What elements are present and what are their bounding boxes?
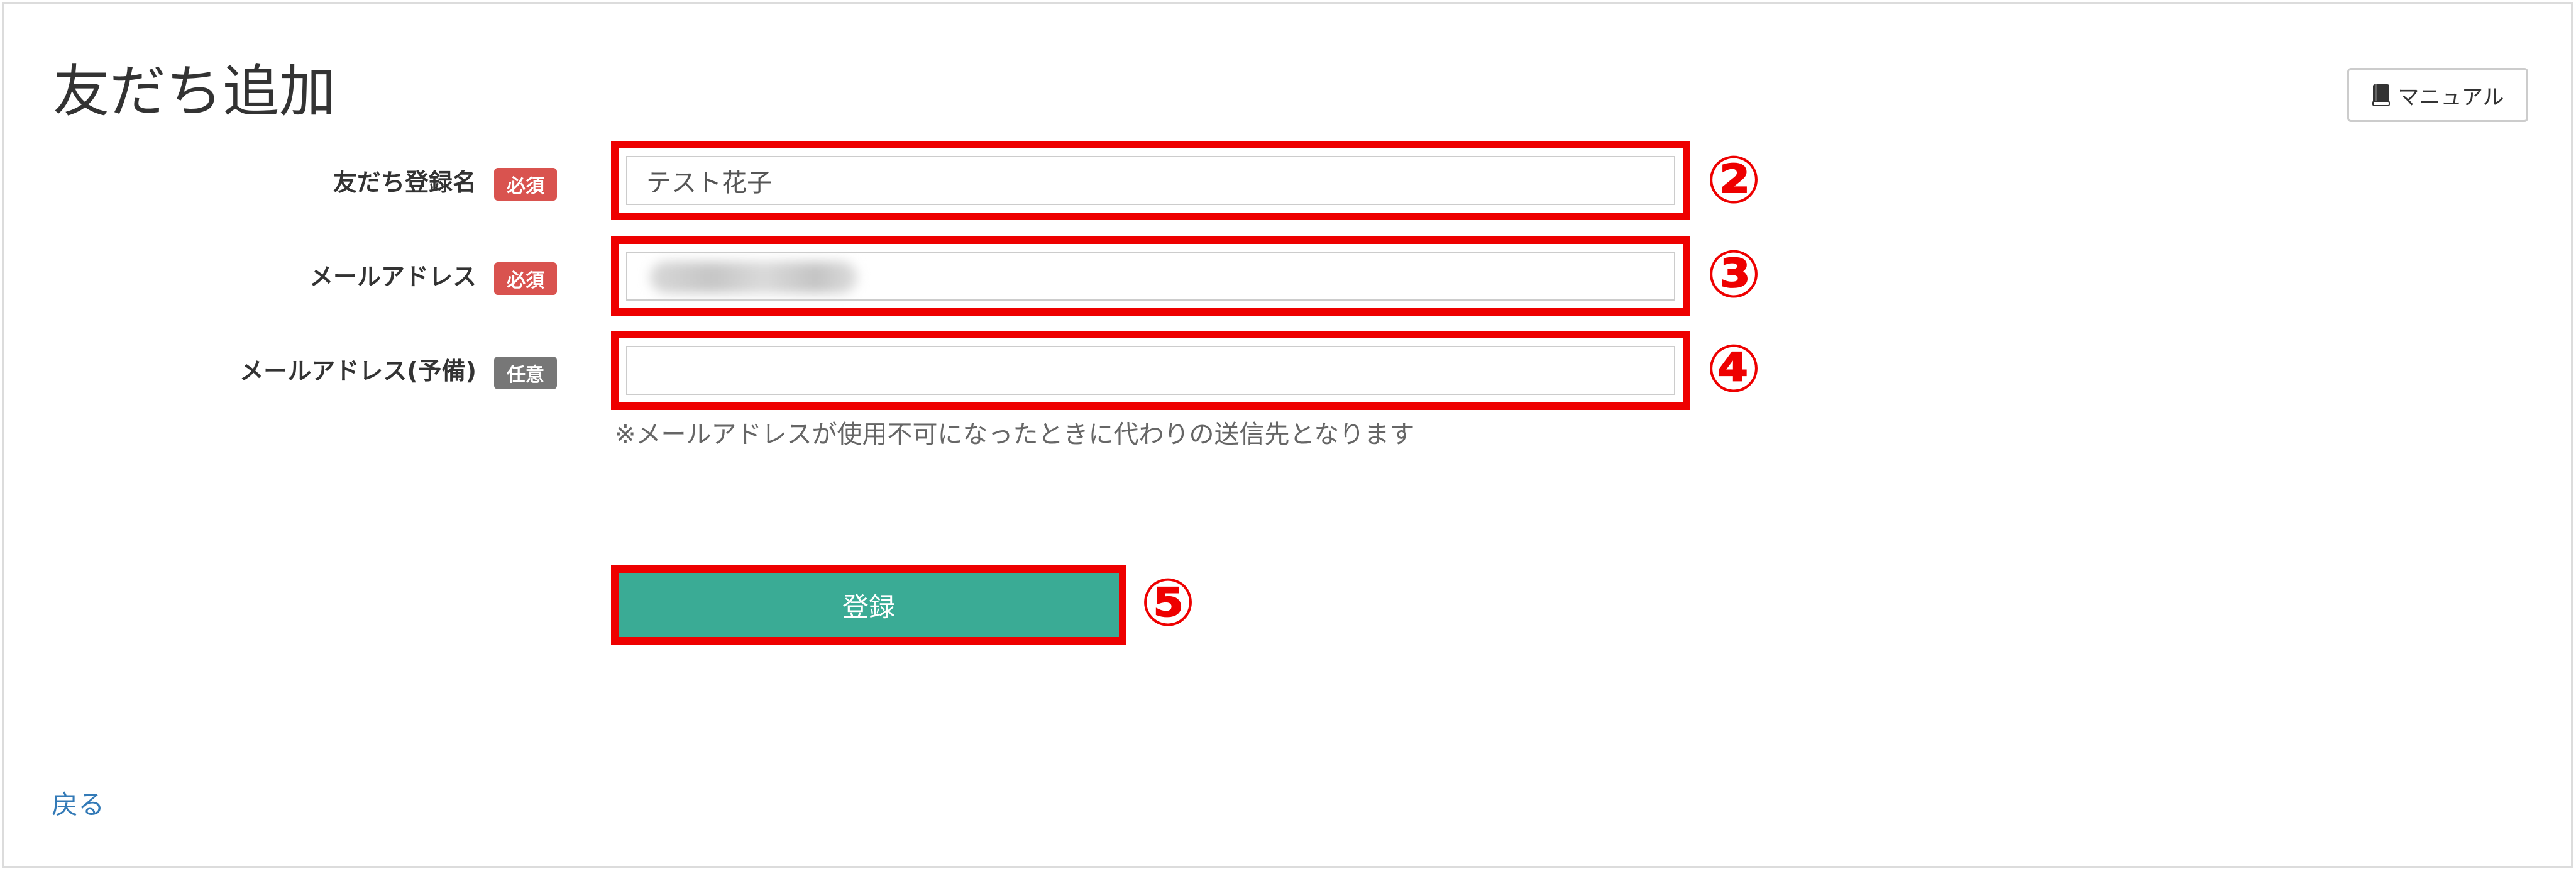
page-title: 友だち追加 [53, 58, 336, 125]
required-badge: 必須 [494, 262, 557, 295]
backup-email-help-text: ※メールアドレスが使用不可になったときに代わりの送信先となります [615, 420, 1415, 449]
annotation-marker-5: ⑤ [1140, 564, 1196, 641]
backup-email-input[interactable] [626, 346, 1675, 395]
blurred-email-value [650, 262, 857, 293]
annotation-marker-3: ③ [1706, 236, 1762, 313]
register-button[interactable]: 登録 [619, 573, 1119, 637]
friend-name-input[interactable] [626, 156, 1675, 205]
book-icon [2372, 84, 2391, 106]
page-frame: 友だち追加 マニュアル 友だち登録名 必須 ② メールアドレス 必須 ③ メール… [2, 2, 2573, 868]
backup-email-label: メールアドレス(予備) [239, 357, 476, 385]
manual-button-label: マニュアル [2397, 85, 2504, 109]
annotation-marker-2: ② [1706, 141, 1762, 218]
email-highlight [611, 236, 1690, 316]
friend-name-label: 友だち登録名 [333, 169, 476, 196]
email-label: メールアドレス [309, 263, 476, 291]
manual-button[interactable]: マニュアル [2347, 68, 2528, 122]
friend-name-highlight [611, 141, 1690, 220]
back-link[interactable]: 戻る [52, 784, 104, 822]
required-badge: 必須 [494, 168, 557, 201]
optional-badge: 任意 [494, 357, 557, 389]
annotation-marker-4: ④ [1706, 330, 1762, 407]
submit-highlight: 登録 [611, 565, 1126, 645]
backup-email-highlight [611, 331, 1690, 410]
